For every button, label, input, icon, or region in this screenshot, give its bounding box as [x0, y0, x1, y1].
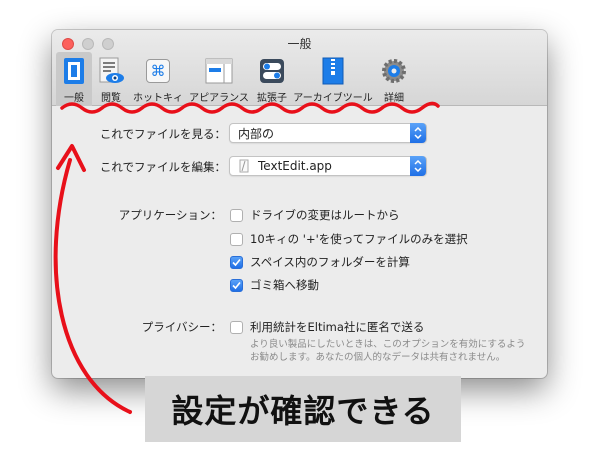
option-label: ドライブの変更はルートから: [250, 208, 400, 222]
tab-archive-tools[interactable]: アーカイブツール: [292, 52, 374, 106]
option-send-usage-stats[interactable]: 利用統計をEltima社に匿名で送る: [230, 319, 424, 335]
option-label: 10キィの '+'を使ってファイルのみを選択: [250, 232, 468, 246]
tab-viewing-label: 閲覧: [101, 93, 121, 104]
tab-advanced[interactable]: 詳細: [374, 52, 414, 106]
caption-text: 設定が確認できる: [171, 392, 435, 430]
checkmark-icon: [232, 258, 241, 266]
checkbox[interactable]: [230, 208, 243, 222]
window-title: 一般: [287, 37, 312, 51]
checkbox[interactable]: [230, 320, 243, 334]
preferences-toolbar: 一般 閲覧 ⌘ ホットキィ アピアランス 拡張子 アーカイブツール 詳細: [56, 52, 414, 106]
option-label: スペイス内のフォルダーを計算: [250, 255, 410, 269]
title-bar: 一般 一般 閲覧 ⌘ ホットキィ アピアランス 拡張子 アーカイブツール 詳細: [52, 30, 547, 106]
tab-extensions-label: 拡張子: [257, 93, 287, 104]
option-label: 利用統計をEltima社に匿名で送る: [250, 320, 425, 334]
privacy-help-line: より良い製品にしたいときは、このオプションを有効にするよう: [250, 339, 526, 350]
view-with-value: 内部の: [238, 126, 275, 141]
caption-box: 設定が確認できる: [145, 376, 461, 442]
edit-with-label: これでファイルを編集：: [99, 160, 226, 174]
appearance-icon: [204, 56, 234, 86]
privacy-help-line: お勧めします。あなたの個人的なデータは共有されません。: [250, 352, 506, 363]
general-icon: [59, 56, 89, 86]
option-label: ゴミ箱へ移動: [250, 278, 319, 292]
command-key-icon: ⌘: [143, 56, 173, 86]
command-glyph: ⌘: [146, 59, 170, 83]
checkbox-checked[interactable]: [230, 255, 243, 269]
tab-hotkeys-label: ホットキィ: [133, 93, 183, 104]
tab-appearance-label: アピアランス: [189, 93, 249, 104]
option-plus-key-select[interactable]: 10キィの '+'を使ってファイルのみを選択: [230, 231, 468, 247]
edit-with-value: TextEdit.app: [258, 159, 332, 173]
general-settings-pane: これでファイルを見る： 内部の これでファイルを編集： TextEdit.app: [52, 107, 547, 378]
application-label: アプリケーション：: [118, 208, 222, 222]
checkmark-icon: [232, 281, 241, 289]
privacy-help-text: より良い製品にしたいときは、このオプションを有効にするよう お勧めします。あなた…: [250, 338, 547, 364]
tab-advanced-label: 詳細: [384, 93, 404, 104]
edit-with-popup[interactable]: TextEdit.app: [229, 156, 427, 176]
toggle-switches-icon: [257, 56, 287, 86]
tab-general-label: 一般: [64, 93, 84, 104]
gear-icon: [379, 56, 409, 86]
screenshot-stage: 一般 一般 閲覧 ⌘ ホットキィ アピアランス 拡張子 アーカイブツール 詳細 …: [0, 0, 600, 455]
eye-document-icon: [96, 56, 126, 86]
checkbox-checked[interactable]: [230, 278, 243, 292]
archive-zip-icon: [318, 56, 348, 86]
tab-extensions[interactable]: 拡張子: [252, 52, 292, 106]
preferences-window: 一般 一般 閲覧 ⌘ ホットキィ アピアランス 拡張子 アーカイブツール 詳細 …: [52, 30, 547, 378]
popup-arrows-icon: [410, 156, 426, 176]
tab-archive-tools-label: アーカイブツール: [293, 93, 373, 104]
privacy-label: プライバシー：: [141, 320, 222, 334]
tab-appearance[interactable]: アピアランス: [186, 52, 252, 106]
checkbox[interactable]: [230, 232, 243, 246]
view-with-popup[interactable]: 内部の: [229, 123, 427, 143]
view-with-label: これでファイルを見る：: [99, 127, 226, 141]
option-root-drive-change[interactable]: ドライブの変更はルートから: [230, 207, 400, 223]
textedit-app-icon: [238, 159, 250, 173]
tab-general[interactable]: 一般: [56, 52, 92, 106]
option-move-to-trash[interactable]: ゴミ箱へ移動: [230, 277, 319, 293]
popup-arrows-icon: [410, 123, 426, 143]
tab-hotkeys[interactable]: ⌘ ホットキィ: [130, 52, 186, 106]
option-calculate-folders[interactable]: スペイス内のフォルダーを計算: [230, 254, 410, 270]
tab-viewing[interactable]: 閲覧: [92, 52, 130, 106]
